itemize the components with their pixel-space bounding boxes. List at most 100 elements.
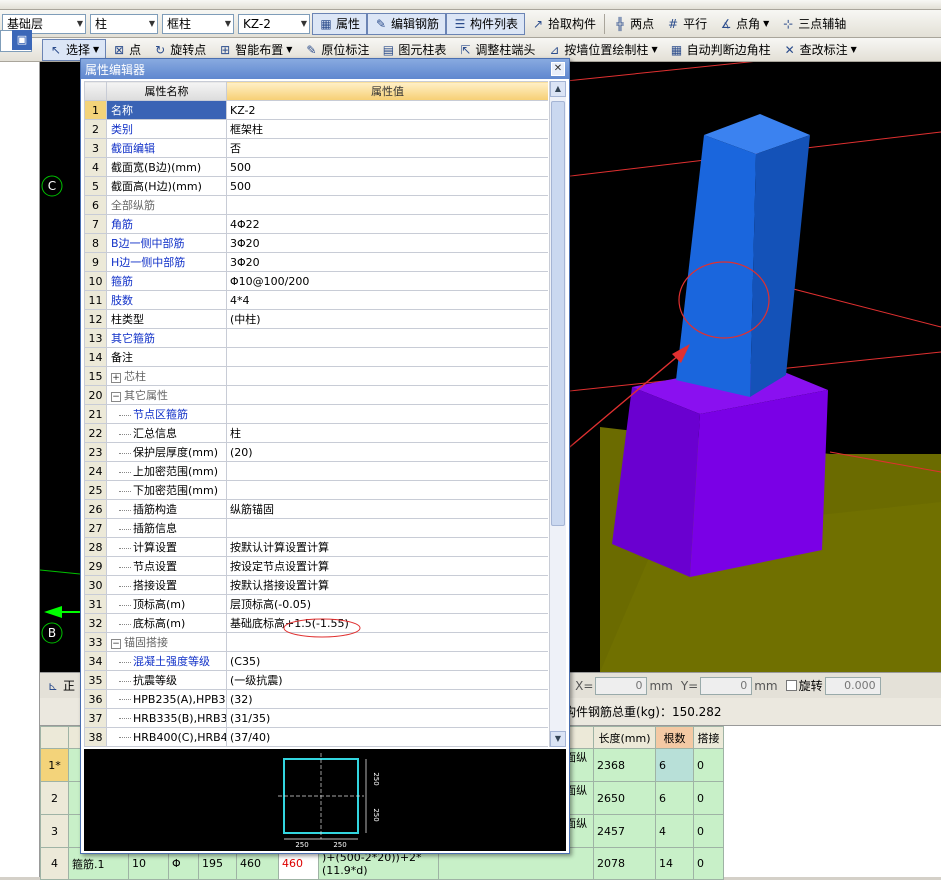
property-row[interactable]: 22 汇总信息 柱 — [84, 423, 548, 443]
property-row[interactable]: 8 B边一侧中部筋 3Φ20 — [84, 233, 548, 253]
property-row[interactable]: 12 柱类型 (中柱) — [84, 309, 548, 329]
collapse-icon[interactable]: − — [111, 392, 121, 402]
pick-component-button[interactable]: ↗ 拾取构件 — [525, 13, 602, 35]
property-row[interactable]: 10 箍筋 Φ10@100/200 — [84, 271, 548, 291]
chevron-down-icon[interactable]: ▼ — [851, 45, 857, 54]
dialog-titlebar[interactable]: 属性编辑器 ✕ — [81, 59, 569, 79]
scroll-thumb[interactable] — [551, 101, 565, 526]
grid-cell-lap[interactable]: 0 — [693, 781, 724, 815]
scroll-down-icon[interactable]: ▼ — [550, 731, 566, 747]
grid-cell-count[interactable]: 6 — [655, 748, 694, 782]
grid-cell-lap[interactable]: 0 — [693, 748, 724, 782]
property-row[interactable]: 11 肢数 4*4 — [84, 290, 548, 310]
property-row[interactable]: 2 类别 框架柱 — [84, 119, 548, 139]
chevron-down-icon[interactable]: ▼ — [93, 45, 99, 54]
property-row[interactable]: 13 其它箍筋 — [84, 328, 548, 348]
property-row[interactable]: 23 保护层厚度(mm) (20) — [84, 442, 548, 462]
type-select[interactable]: 框柱 ▼ — [162, 13, 234, 34]
front-view-button[interactable]: ⊾ 正 — [40, 675, 81, 697]
category-select[interactable]: 柱 ▼ — [90, 13, 158, 34]
property-value[interactable]: 3Φ20 — [226, 233, 548, 253]
property-scrollbar[interactable]: ▲ ▼ — [549, 81, 566, 747]
property-value[interactable] — [226, 347, 548, 367]
grid-cell-count[interactable]: 14 — [655, 847, 694, 880]
property-row[interactable]: 21 节点区箍筋 — [84, 404, 548, 424]
property-value[interactable]: 否 — [226, 138, 548, 158]
point-angle-button[interactable]: ∡ 点角 ▼ — [713, 13, 775, 35]
properties-button[interactable]: ▦ 属性 — [312, 12, 368, 35]
property-row[interactable]: 37 HRB335(B),HRB3 (31/35) — [84, 708, 548, 728]
three-point-axis-button[interactable]: ⊹ 三点辅轴 — [775, 13, 852, 35]
grid-cell-id[interactable]: 1* — [40, 748, 69, 782]
y-offset-input[interactable]: 0 — [700, 676, 753, 695]
property-value[interactable]: 按默认计算设置计算 — [226, 537, 548, 557]
property-value[interactable]: Φ10@100/200 — [226, 271, 548, 291]
property-row[interactable]: 1 名称 KZ-2 — [84, 100, 548, 120]
property-row[interactable]: 4 截面宽(B边)(mm) 500 — [84, 157, 548, 177]
grid-cell-id[interactable]: 4 — [40, 847, 69, 880]
property-value[interactable] — [226, 404, 548, 424]
rotate-input[interactable]: 0.000 — [824, 676, 881, 695]
grid-cell-length[interactable]: 2650 — [593, 781, 656, 815]
parallel-button[interactable]: # 平行 — [660, 13, 713, 35]
property-value[interactable] — [226, 385, 548, 405]
property-row[interactable]: 31 顶标高(m) 层顶标高(-0.05) — [84, 594, 548, 614]
property-row[interactable]: 6 全部纵筋 — [84, 195, 548, 215]
property-value[interactable]: 4Φ22 — [226, 214, 548, 234]
property-row[interactable]: 30 搭接设置 按默认搭接设置计算 — [84, 575, 548, 595]
property-value[interactable]: (中柱) — [226, 309, 548, 329]
auto-corner-button[interactable]: ▦ 自动判断边角柱 — [664, 39, 777, 61]
property-value[interactable]: (37/40) — [226, 727, 548, 747]
property-row[interactable]: 26 插筋构造 纵筋锚固 — [84, 499, 548, 519]
property-row[interactable]: 28 计算设置 按默认计算设置计算 — [84, 537, 548, 557]
property-row[interactable]: 5 截面高(H边)(mm) 500 — [84, 176, 548, 196]
grid-cell-id[interactable]: 2 — [40, 781, 69, 815]
chevron-down-icon[interactable]: ▼ — [763, 19, 769, 28]
scroll-up-icon[interactable]: ▲ — [550, 81, 566, 97]
property-value[interactable] — [226, 518, 548, 538]
grid-cell-count[interactable]: 6 — [655, 781, 694, 815]
property-row[interactable]: 35 抗震等级 (一级抗震) — [84, 670, 548, 690]
property-value[interactable]: (C35) — [226, 651, 548, 671]
grid-cell-length[interactable]: 2078 — [593, 847, 656, 880]
expand-icon[interactable]: + — [111, 373, 121, 383]
grid-cell-length[interactable]: 2457 — [593, 814, 656, 848]
property-value[interactable]: (20) — [226, 442, 548, 462]
edit-rebar-button[interactable]: ✎ 编辑钢筋 — [367, 12, 447, 35]
property-row[interactable]: 29 节点设置 按设定节点设置计算 — [84, 556, 548, 576]
property-value[interactable]: 4*4 — [226, 290, 548, 310]
property-row[interactable]: 7 角筋 4Φ22 — [84, 214, 548, 234]
left-panel-button[interactable]: ▣ — [12, 30, 32, 50]
property-row[interactable]: 36 HPB235(A),HPB3 (32) — [84, 689, 548, 709]
property-row[interactable]: 32 底标高(m) 基础底标高+1.5(-1.55) — [84, 613, 548, 633]
property-row[interactable]: 14 备注 — [84, 347, 548, 367]
property-value[interactable]: 柱 — [226, 423, 548, 443]
component-select[interactable]: KZ-2 ▼ — [238, 13, 310, 34]
property-row[interactable]: 27 插筋信息 — [84, 518, 548, 538]
x-offset-input[interactable]: 0 — [595, 676, 648, 695]
property-value[interactable]: 500 — [226, 157, 548, 177]
property-value[interactable] — [226, 461, 548, 481]
property-row[interactable]: 33− 锚固搭接 — [84, 632, 548, 652]
property-value[interactable]: 3Φ20 — [226, 252, 548, 272]
property-row[interactable]: 25 下加密范围(mm) — [84, 480, 548, 500]
property-value[interactable]: (31/35) — [226, 708, 548, 728]
property-value[interactable] — [226, 328, 548, 348]
property-value[interactable]: 按默认搭接设置计算 — [226, 575, 548, 595]
property-row[interactable]: 3 截面编辑 否 — [84, 138, 548, 158]
property-value[interactable]: 按设定节点设置计算 — [226, 556, 548, 576]
grid-cell-lap[interactable]: 0 — [693, 814, 724, 848]
close-icon[interactable]: ✕ — [551, 62, 565, 76]
component-list-button[interactable]: ☰ 构件列表 — [446, 12, 526, 35]
property-row[interactable]: 15 + 芯柱 — [84, 366, 548, 386]
property-value[interactable]: 框架柱 — [226, 119, 548, 139]
property-value[interactable]: (32) — [226, 689, 548, 709]
property-value[interactable]: 层顶标高(-0.05) — [226, 594, 548, 614]
rotate-checkbox[interactable] — [785, 680, 797, 691]
property-value[interactable]: KZ-2 — [226, 100, 548, 120]
two-points-button[interactable]: ╬ 两点 — [607, 13, 660, 35]
property-row[interactable]: 24 上加密范围(mm) — [84, 461, 548, 481]
property-row[interactable]: 34 混凝土强度等级 (C35) — [84, 651, 548, 671]
property-row[interactable]: 38 HRB400(C),HRB4 (37/40) — [84, 727, 548, 747]
property-value[interactable] — [226, 480, 548, 500]
